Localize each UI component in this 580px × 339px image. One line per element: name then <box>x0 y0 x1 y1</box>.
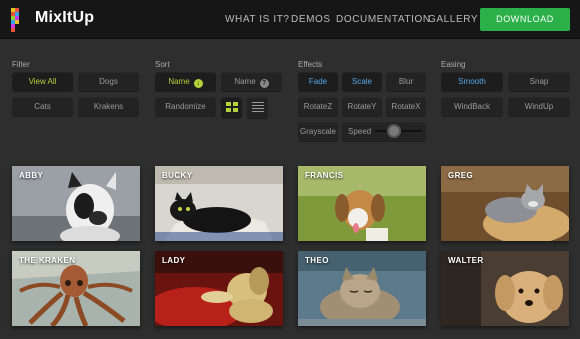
nav-what-is-it[interactable]: WHAT IS IT? <box>225 14 290 25</box>
nav-gallery[interactable]: GALLERY <box>428 14 478 25</box>
sort-name-desc-button[interactable]: Name? <box>221 72 282 91</box>
filter-dogs[interactable]: Dogs <box>78 72 139 91</box>
sort-name-desc-label: Name <box>234 77 256 86</box>
card-caption: GREG <box>448 171 474 180</box>
card-caption: ABBY <box>19 171 44 180</box>
grid-view-button[interactable] <box>221 97 242 118</box>
gallery-card-theo[interactable]: THEO <box>298 251 426 326</box>
gallery-card-walter[interactable]: WALTER <box>441 251 569 326</box>
sort-name-asc-label: Name <box>168 77 190 86</box>
card-caption: FRANCIS <box>305 171 344 180</box>
easing-label: Easing <box>441 60 466 69</box>
effect-scale[interactable]: Scale <box>342 72 382 91</box>
easing-windback[interactable]: WindBack <box>441 97 503 116</box>
effect-fade[interactable]: Fade <box>298 72 338 91</box>
effect-rotatez[interactable]: RotateZ <box>298 97 338 116</box>
easing-snap[interactable]: Snap <box>508 72 570 91</box>
filter-label: Filter <box>12 60 30 69</box>
card-caption: THE KRAKEN <box>19 256 76 265</box>
filter-cats[interactable]: Cats <box>12 97 73 116</box>
speed-label: Speed <box>348 127 372 136</box>
easing-windup[interactable]: WindUp <box>508 97 570 116</box>
effects-label: Effects <box>298 60 323 69</box>
card-caption: LADY <box>162 256 186 265</box>
card-caption: BUCKY <box>162 171 193 180</box>
sort-name-asc-button[interactable]: Name ↓ <box>155 72 216 91</box>
arrow-down-circle-icon: ↓ <box>193 79 203 88</box>
filter-krakens[interactable]: Krakens <box>78 97 139 116</box>
gallery-card-abby[interactable]: ABBY <box>12 166 140 241</box>
nav-documentation[interactable]: DOCUMENTATION <box>336 14 431 25</box>
grid-view-icon <box>226 102 238 112</box>
nav-demos[interactable]: DEMOS <box>291 14 331 25</box>
mixitup-logo-icon[interactable] <box>11 8 23 32</box>
list-view-icon <box>252 102 264 114</box>
question-circle-icon: ? <box>259 79 269 88</box>
brand-name[interactable]: MixItUp <box>35 9 94 27</box>
list-view-button[interactable] <box>247 97 268 118</box>
gallery-card-bucky[interactable]: BUCKY <box>155 166 283 241</box>
card-caption: THEO <box>305 256 329 265</box>
filter-view-all[interactable]: View All <box>12 72 73 91</box>
gallery-card-francis[interactable]: FRANCIS <box>298 166 426 241</box>
effect-grayscale[interactable]: Grayscale <box>298 122 338 141</box>
effect-rotatey[interactable]: RotateY <box>342 97 382 116</box>
sort-randomize[interactable]: Randomize <box>155 97 216 116</box>
speed-slider-knob[interactable] <box>387 124 401 138</box>
card-caption: WALTER <box>448 256 484 265</box>
easing-smooth[interactable]: Smooth <box>441 72 503 91</box>
top-bar: MixItUp WHAT IS IT? DEMOS DOCUMENTATION … <box>0 0 580 39</box>
effect-blur[interactable]: Blur <box>386 72 426 91</box>
sort-label: Sort <box>155 60 170 69</box>
gallery-card-lady[interactable]: LADY <box>155 251 283 326</box>
effect-rotatex[interactable]: RotateX <box>386 97 426 116</box>
download-button[interactable]: DOWNLOAD <box>480 8 570 31</box>
gallery-card-greg[interactable]: GREG <box>441 166 569 241</box>
gallery-card-the-kraken[interactable]: THE KRAKEN <box>12 251 140 326</box>
